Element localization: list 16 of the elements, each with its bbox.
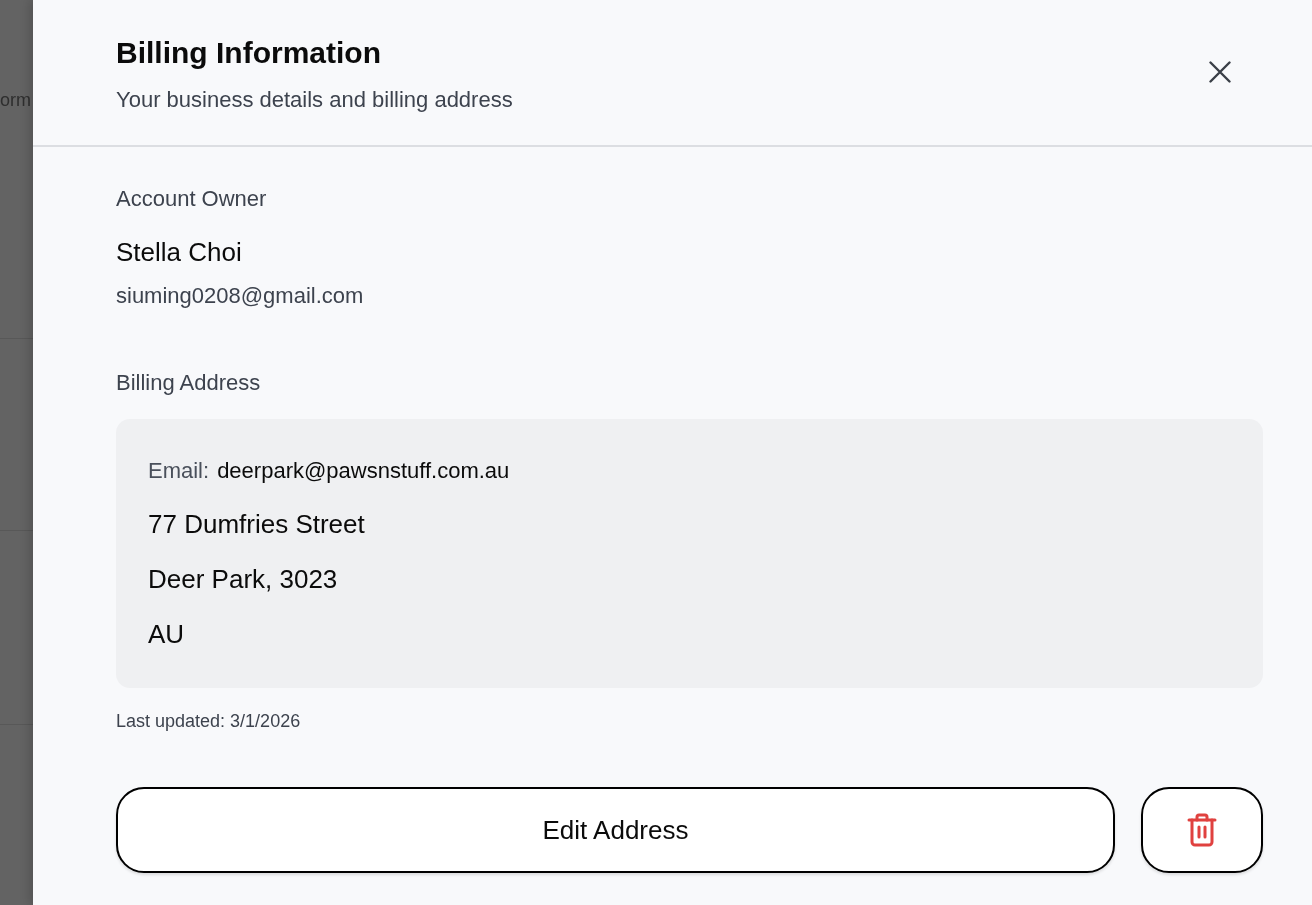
owner-email: siuming0208@gmail.com	[116, 282, 365, 310]
edit-address-button[interactable]: Edit Address	[116, 787, 1115, 873]
address-line: Deer Park, 3023	[148, 563, 339, 596]
owner-name: Stella Choi	[116, 236, 243, 269]
delete-button[interactable]	[1141, 787, 1263, 873]
close-icon	[1209, 61, 1231, 83]
section-label: Account Owner	[116, 185, 268, 213]
billing-email: deerpark@pawsnstuff.com.au	[217, 457, 510, 485]
panel-title: Billing Information	[116, 35, 382, 71]
panel-subtitle: Your business details and billing address	[116, 86, 513, 114]
section-label: Billing Address	[116, 369, 262, 397]
address-line: AU	[148, 618, 186, 651]
last-updated-text: Last updated: 3/1/2026	[116, 710, 302, 733]
email-label: Email:	[148, 457, 210, 485]
address-line: 77 Dumfries Street	[148, 508, 366, 541]
trash-icon	[1187, 813, 1217, 847]
